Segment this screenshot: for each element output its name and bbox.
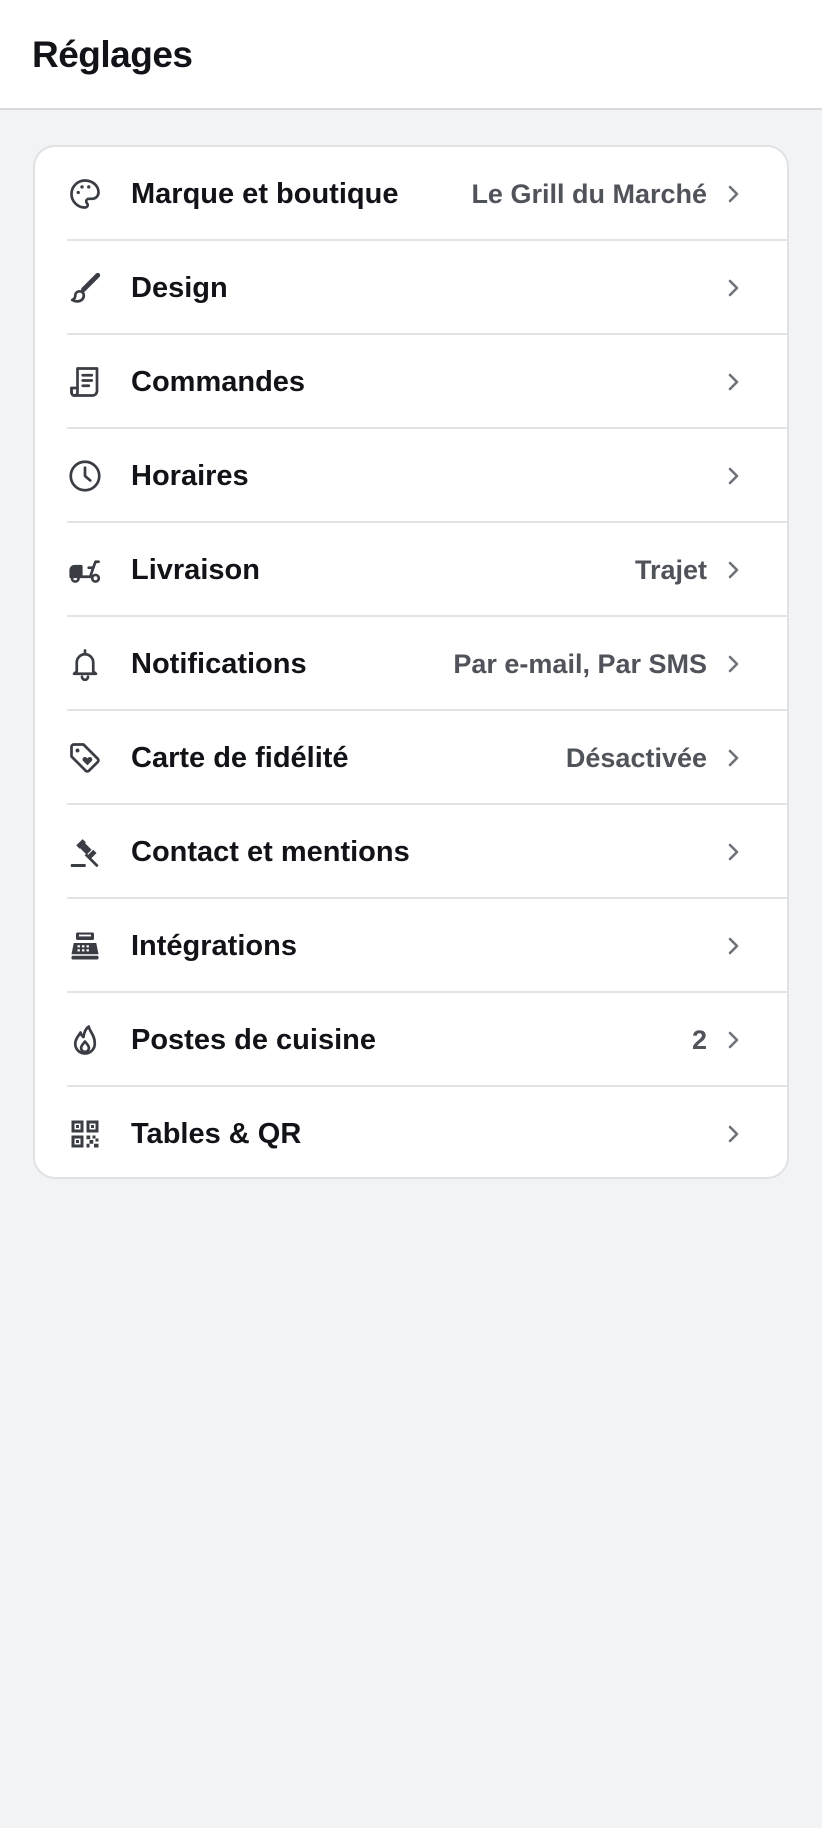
- settings-item-value: Désactivée: [565, 743, 707, 773]
- scooter-icon: [67, 552, 103, 588]
- chevron-right-icon: [721, 840, 745, 864]
- settings-item-label: Notifications: [131, 648, 307, 680]
- settings-item-value: 2: [691, 1025, 707, 1055]
- settings-item-label: Postes de cuisine: [131, 1024, 376, 1056]
- settings-item-kitchen-stations[interactable]: Postes de cuisine 2: [35, 993, 787, 1087]
- settings-item-tables-qr[interactable]: Tables & QR: [35, 1087, 787, 1177]
- chevron-right-icon: [721, 370, 745, 394]
- settings-item-label: Horaires: [131, 460, 249, 492]
- settings-item-label: Contact et mentions: [131, 836, 410, 868]
- chevron-right-icon: [721, 652, 745, 676]
- settings-item-integrations[interactable]: Intégrations: [35, 899, 787, 993]
- settings-item-label: Marque et boutique: [131, 178, 399, 210]
- chevron-right-icon: [721, 1028, 745, 1052]
- chevron-right-icon: [721, 464, 745, 488]
- settings-item-label: Intégrations: [131, 930, 297, 962]
- chevron-right-icon: [721, 276, 745, 300]
- settings-item-label: Livraison: [131, 554, 260, 586]
- receipt-icon: [67, 364, 103, 400]
- settings-item-delivery[interactable]: Livraison Trajet: [35, 523, 787, 617]
- brush-icon: [67, 270, 103, 306]
- bell-icon: [67, 646, 103, 682]
- settings-item-contact[interactable]: Contact et mentions: [35, 805, 787, 899]
- settings-item-label: Tables & QR: [131, 1118, 302, 1150]
- page-title: Réglages: [32, 34, 193, 75]
- settings-list: Marque et boutique Le Grill du Marché De…: [33, 145, 789, 1179]
- settings-item-label: Design: [131, 272, 228, 304]
- cash-register-icon: [67, 928, 103, 964]
- loyalty-tag-icon: [67, 740, 103, 776]
- settings-item-loyalty[interactable]: Carte de fidélité Désactivée: [35, 711, 787, 805]
- chevron-right-icon: [721, 558, 745, 582]
- flame-icon: [67, 1022, 103, 1058]
- settings-item-brand[interactable]: Marque et boutique Le Grill du Marché: [35, 147, 787, 241]
- settings-item-value: Trajet: [634, 555, 707, 585]
- palette-icon: [67, 176, 103, 212]
- chevron-right-icon: [721, 182, 745, 206]
- settings-item-orders[interactable]: Commandes: [35, 335, 787, 429]
- settings-item-value: Le Grill du Marché: [471, 179, 707, 209]
- settings-item-notifications[interactable]: Notifications Par e-mail, Par SMS: [35, 617, 787, 711]
- settings-item-label: Carte de fidélité: [131, 742, 349, 774]
- settings-item-value: Par e-mail, Par SMS: [453, 649, 707, 679]
- settings-item-label: Commandes: [131, 366, 306, 398]
- settings-item-hours[interactable]: Horaires: [35, 429, 787, 523]
- chevron-right-icon: [721, 746, 745, 770]
- chevron-right-icon: [721, 934, 745, 958]
- settings-item-design[interactable]: Design: [35, 241, 787, 335]
- page-header: Réglages: [0, 0, 822, 110]
- qr-code-icon: [67, 1116, 103, 1152]
- gavel-icon: [67, 834, 103, 870]
- clock-icon: [67, 458, 103, 494]
- chevron-right-icon: [721, 1122, 745, 1146]
